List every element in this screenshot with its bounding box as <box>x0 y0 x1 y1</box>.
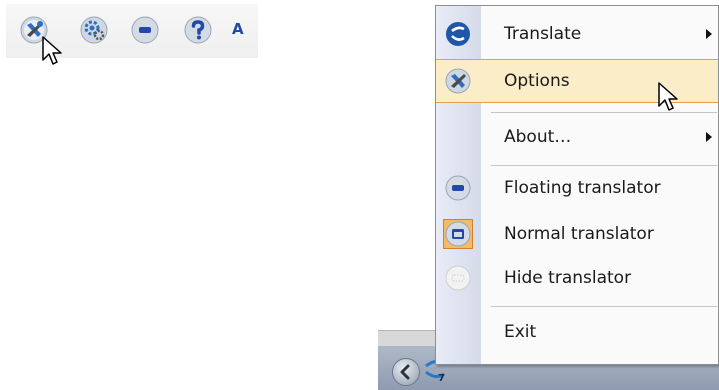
menu-item-label: Options <box>504 71 570 91</box>
menu-item-about[interactable]: About… <box>436 115 718 159</box>
context-menu: Translate Options About… Floating transl… <box>435 5 719 365</box>
window-icon <box>443 219 473 249</box>
menu-item-label: Exit <box>504 322 537 342</box>
translator-toolbar: A <box>6 4 258 65</box>
menu-item-normal-translator[interactable]: Normal translator <box>436 212 718 256</box>
options-toolbar-button[interactable] <box>18 14 50 46</box>
menu-item-label: Floating translator <box>504 178 661 198</box>
menu-item-translate[interactable]: Translate <box>436 12 718 56</box>
svg-text:7: 7 <box>438 373 445 382</box>
minus-icon <box>445 175 471 201</box>
menu-item-label: Hide translator <box>504 268 632 288</box>
menu-item-hide-translator[interactable]: Hide translator <box>436 256 718 300</box>
menu-item-label: Translate <box>504 24 582 44</box>
help-toolbar-button[interactable] <box>182 14 214 46</box>
minus-icon <box>131 16 159 44</box>
settings-toolbar-button[interactable] <box>78 14 110 46</box>
tools-icon <box>445 68 471 94</box>
menu-item-label: Normal translator <box>504 224 654 244</box>
gear-icon <box>80 16 108 44</box>
menu-item-floating-translator[interactable]: Floating translator <box>436 166 718 210</box>
help-icon <box>184 16 212 44</box>
tools-icon <box>20 16 48 44</box>
dotted-icon <box>445 265 471 291</box>
submenu-arrow-icon <box>706 29 712 39</box>
font-size-label[interactable]: A <box>232 20 244 38</box>
menu-separator <box>491 306 717 307</box>
minimize-toolbar-button[interactable] <box>129 14 161 46</box>
menu-item-options[interactable]: Options <box>436 59 718 103</box>
menu-item-exit[interactable]: Exit <box>436 310 718 354</box>
menu-item-label: About… <box>504 127 572 147</box>
back-arrow-icon[interactable] <box>392 358 420 386</box>
submenu-arrow-icon <box>706 132 712 142</box>
translate-logo-icon <box>445 21 471 47</box>
menu-separator <box>491 112 717 113</box>
